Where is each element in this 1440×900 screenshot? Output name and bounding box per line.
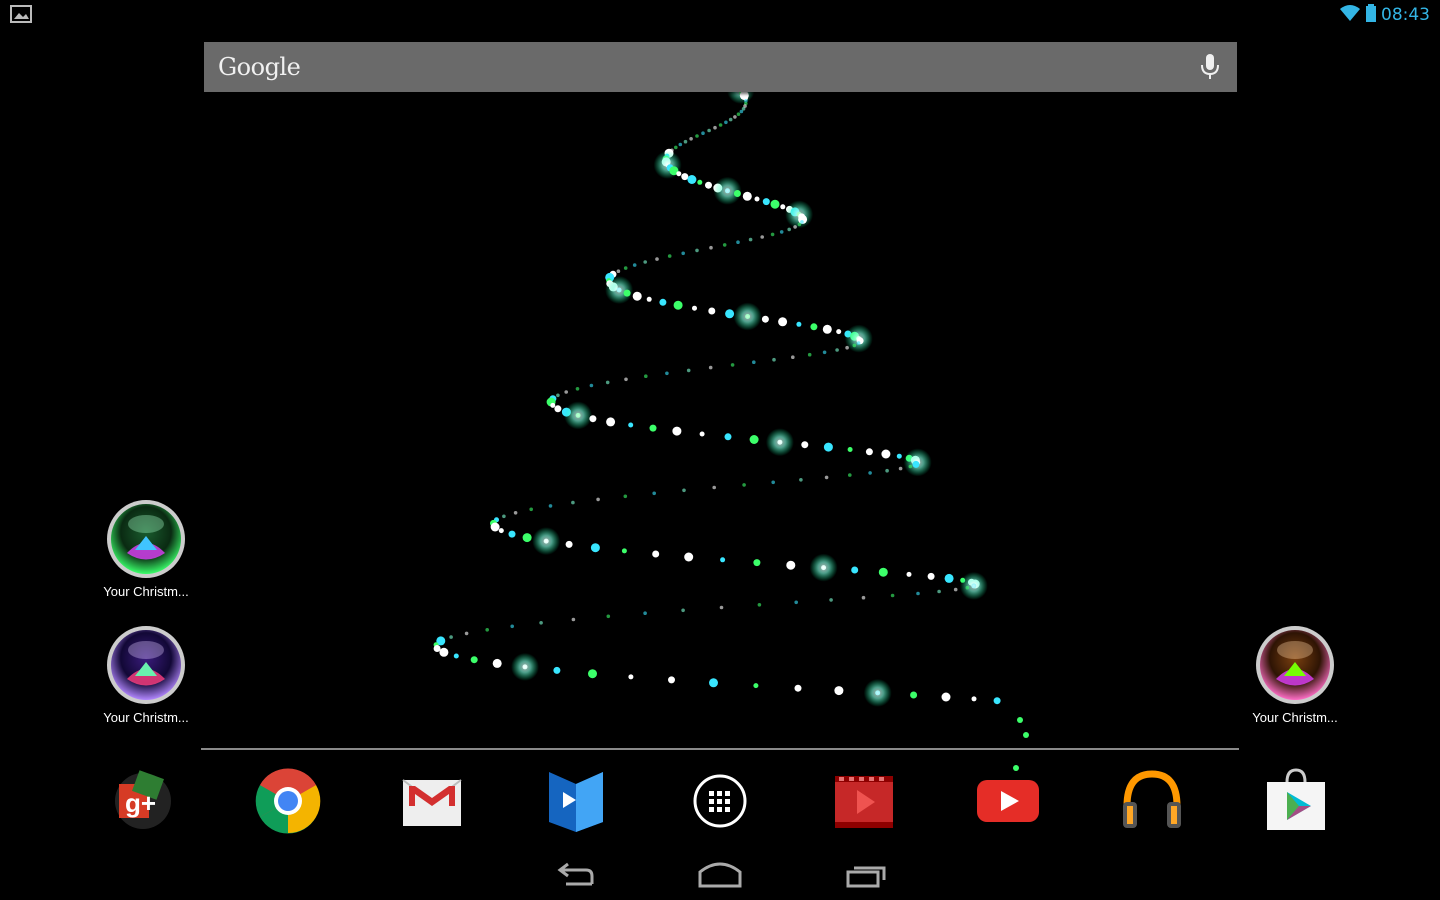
play-movies-icon[interactable] [829,766,899,836]
svg-text:g+: g+ [125,788,156,818]
christmas-ornament-orange-icon [1256,626,1334,704]
image-notification-icon [10,4,32,24]
play-music-icon[interactable] [1117,766,1187,836]
shortcut-christmas-2[interactable]: Your Christm... [91,624,201,725]
wifi-icon [1339,4,1361,27]
chrome-icon[interactable] [253,766,323,836]
shortcut-label: Your Christm... [103,584,189,599]
recent-apps-icon[interactable] [842,858,890,892]
dock-divider [201,748,1239,750]
shortcut-label: Your Christm... [1252,710,1338,725]
christmas-ornament-purple-icon [107,626,185,704]
back-icon[interactable] [552,858,600,892]
shortcut-christmas-3[interactable]: Your Christm... [1240,624,1350,725]
shortcut-christmas-1[interactable]: Your Christm... [91,498,201,599]
home-screen: 08:43 Google Your Christm... Your Christ… [0,0,1440,900]
clock: 08:43 [1381,5,1430,25]
christmas-tree-wallpaper [433,51,1029,771]
google-logo[interactable]: Google [218,53,301,81]
all-apps-icon[interactable] [685,766,755,836]
home-icon[interactable] [696,858,744,892]
microphone-icon[interactable] [1197,52,1223,82]
google-plus-icon[interactable]: g+ [105,766,175,836]
youtube-icon[interactable] [973,766,1043,836]
shortcut-label: Your Christm... [103,710,189,725]
status-bar: 08:43 [1339,3,1430,27]
gmail-icon[interactable] [397,766,467,836]
play-books-icon[interactable] [541,766,611,836]
google-search-bar[interactable]: Google [204,42,1237,92]
christmas-ornament-green-icon [107,500,185,578]
battery-icon [1365,3,1377,27]
play-store-icon[interactable] [1261,766,1331,836]
